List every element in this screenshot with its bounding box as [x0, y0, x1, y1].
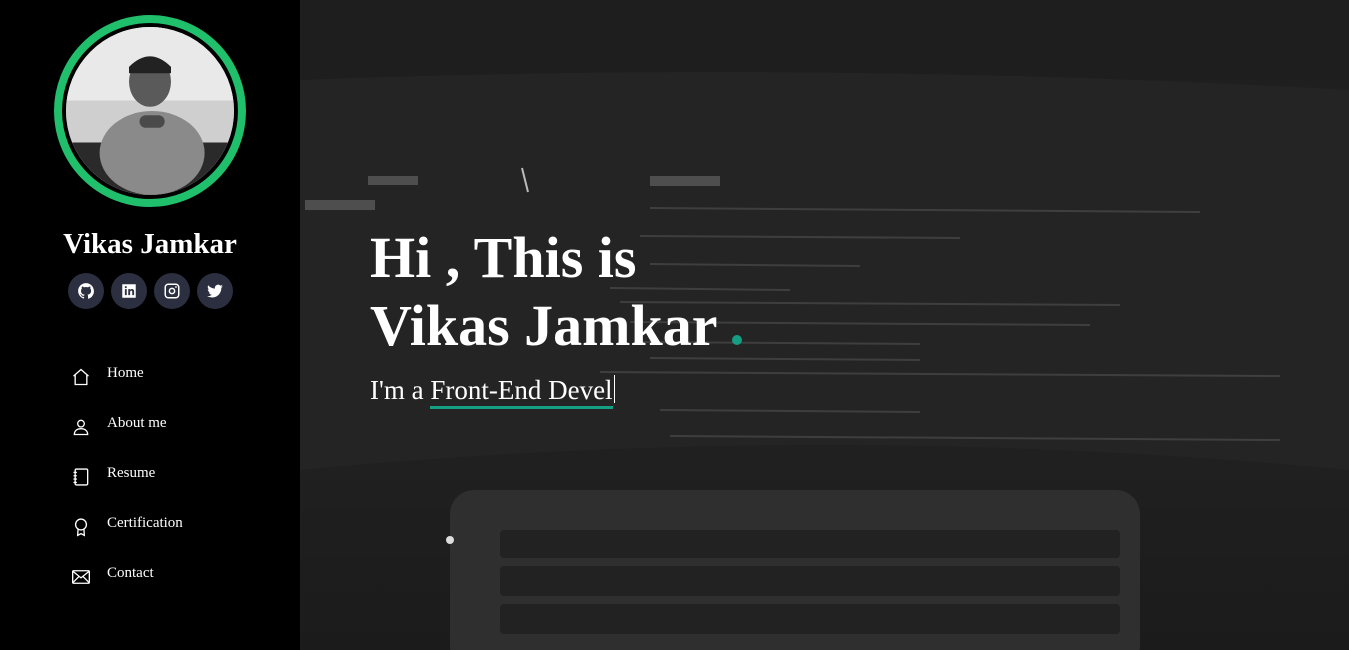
github-icon: [78, 283, 94, 299]
hero-subtitle: I'm a Front-End Devel: [370, 375, 615, 409]
hero-section: Hi , This is Vikas Jamkar I'm a Front-En…: [300, 0, 1349, 650]
social-links: [68, 273, 233, 309]
instagram-icon: [164, 283, 180, 299]
award-icon: [70, 516, 92, 538]
twitter-link[interactable]: [197, 273, 233, 309]
nav-item-label: Home: [107, 364, 144, 381]
nav-item-label: Contact: [107, 564, 154, 581]
person-icon: [70, 416, 92, 438]
nav-item-resume[interactable]: Resume: [70, 452, 290, 502]
typing-cursor: [613, 375, 615, 403]
nav-item-label: Resume: [107, 464, 156, 481]
github-link[interactable]: [68, 273, 104, 309]
envelope-icon: [70, 566, 92, 588]
typed-text: Front-End Devel: [430, 375, 613, 409]
nav-item-label: About me: [107, 414, 167, 431]
hero-title-line2: Vikas Jamkar: [370, 293, 718, 358]
home-icon: [70, 366, 92, 388]
profile-name: Vikas Jamkar: [63, 228, 237, 260]
twitter-icon: [207, 284, 223, 298]
linkedin-link[interactable]: [111, 273, 147, 309]
nav-item-about[interactable]: About me: [70, 402, 290, 452]
sidebar: Vikas Jamkar Home About me Resume Certif…: [0, 0, 300, 650]
hero-title-line1: Hi , This is: [370, 225, 637, 290]
nav-item-label: Certification: [107, 514, 183, 531]
hero-subtitle-prefix: I'm a: [370, 375, 424, 405]
instagram-link[interactable]: [154, 273, 190, 309]
sidebar-nav: Home About me Resume Certification Conta…: [70, 352, 290, 602]
nav-item-home[interactable]: Home: [70, 352, 290, 402]
nav-item-contact[interactable]: Contact: [70, 552, 290, 602]
profile-photo: [66, 27, 234, 195]
avatar-ring: [54, 15, 246, 207]
avatar: [66, 27, 234, 195]
linkedin-icon: [122, 284, 136, 298]
notebook-icon: [70, 466, 92, 488]
nav-item-certification[interactable]: Certification: [70, 502, 290, 552]
hero-title: Hi , This is Vikas Jamkar: [370, 224, 718, 360]
